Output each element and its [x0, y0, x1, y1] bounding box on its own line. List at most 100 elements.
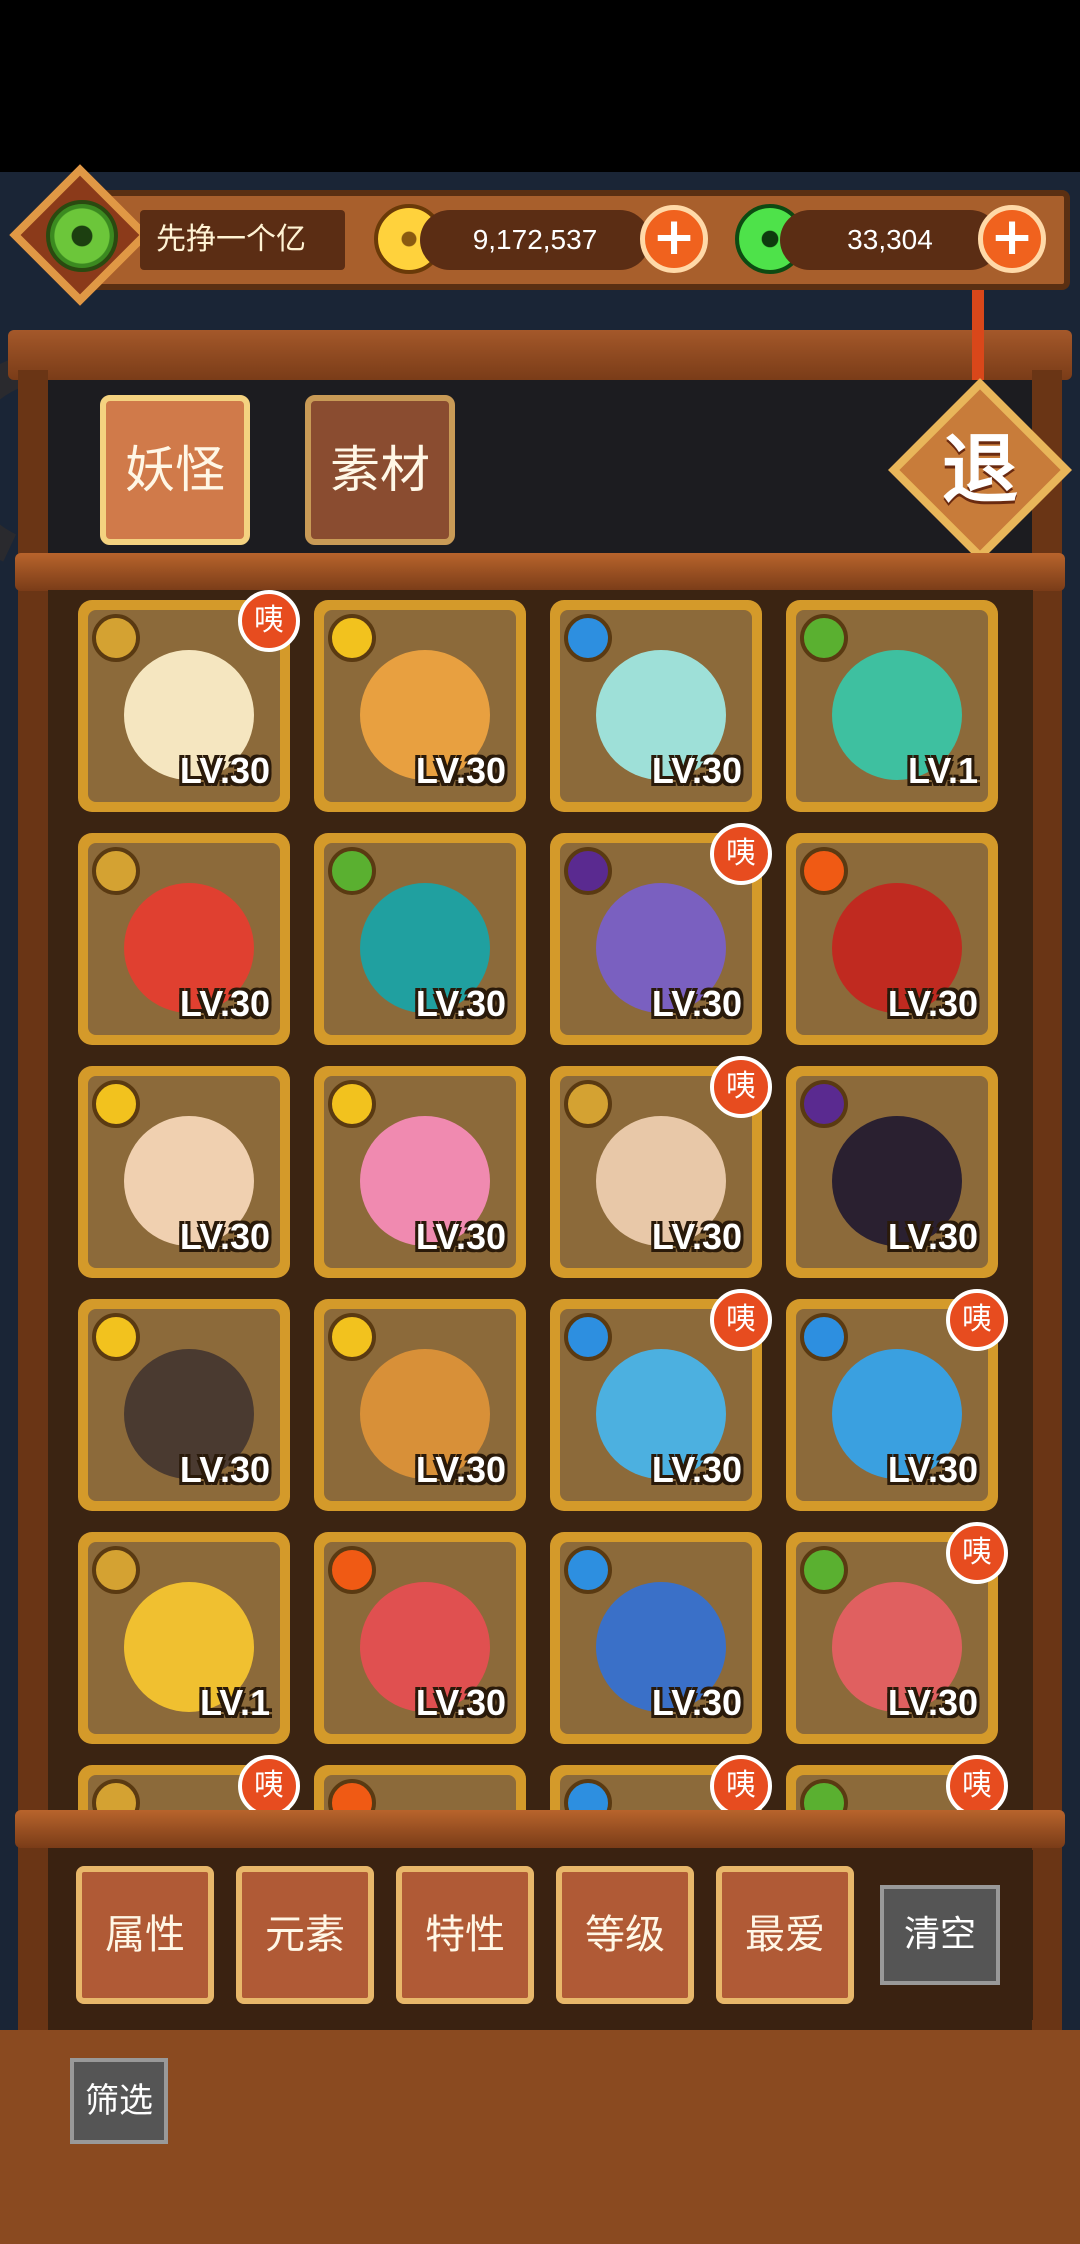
monster-portrait-bg: LV.30: [324, 610, 516, 802]
water-element-icon: [564, 1546, 612, 1594]
exit-button[interactable]: 退: [880, 370, 1080, 570]
monster-card[interactable]: LV.30 咦: [786, 1289, 1008, 1511]
monster-card[interactable]: LV.30 咦: [550, 823, 772, 1045]
monster-portrait-bg: [324, 1775, 516, 1810]
monster-card[interactable]: LV.30: [314, 1299, 526, 1511]
monster-level: LV.30: [415, 1449, 506, 1490]
dark-element-icon: [564, 847, 612, 895]
monster-level: LV.1: [199, 1682, 270, 1723]
monster-card[interactable]: LV.30: [550, 1532, 762, 1744]
monster-card[interactable]: [314, 1765, 526, 1810]
monster-level: LV.30: [651, 750, 742, 791]
new-badge: 咦: [710, 823, 772, 885]
monster-level: LV.30: [415, 750, 506, 791]
water-element-icon: [564, 1313, 612, 1361]
monster-card[interactable]: LV.30 咦: [550, 1289, 772, 1511]
exit-label: 退: [942, 425, 1018, 514]
sun-element-icon: [92, 1080, 140, 1128]
monster-card[interactable]: 咦: [786, 1755, 1008, 1810]
water-element-icon: [564, 1779, 612, 1810]
sun-element-icon: [92, 1313, 140, 1361]
sun-element-icon: [328, 614, 376, 662]
wood-element-icon: [328, 847, 376, 895]
new-badge: 咦: [238, 590, 300, 652]
earth-element-icon: [92, 1779, 140, 1810]
monster-level: LV.30: [651, 1449, 742, 1490]
monster-level: LV.30: [651, 1682, 742, 1723]
sun-element-icon: [328, 1080, 376, 1128]
tab-materials[interactable]: 素材: [305, 395, 455, 545]
water-element-icon: [564, 614, 612, 662]
earth-element-icon: [92, 847, 140, 895]
fire-element-icon: [328, 1779, 376, 1810]
monster-card[interactable]: LV.30: [78, 1066, 290, 1278]
monster-portrait-bg: LV.30: [88, 843, 280, 1035]
monster-card[interactable]: LV.30: [550, 600, 762, 812]
monster-level: LV.30: [887, 983, 978, 1024]
monster-grid: LV.30 咦 LV.30 LV.30 LV.1 LV.30 LV.30 LV.30 咦 LV.3…: [48, 590, 1033, 1810]
wood-element-icon: [800, 614, 848, 662]
filter-attribute-button[interactable]: 属性: [76, 1866, 214, 2004]
monster-portrait-bg: LV.30: [560, 1542, 752, 1734]
status-bar-area: [0, 0, 1080, 172]
monster-card[interactable]: 咦: [78, 1755, 300, 1810]
monster-level: LV.30: [887, 1682, 978, 1723]
monster-card[interactable]: LV.30: [786, 1066, 998, 1278]
wood-element-icon: [800, 1779, 848, 1810]
monster-level: LV.30: [415, 983, 506, 1024]
add-gems-button[interactable]: +: [978, 205, 1046, 273]
new-badge: 咦: [238, 1755, 300, 1810]
monster-level: LV.30: [179, 1449, 270, 1490]
upper-shelf: [15, 553, 1065, 591]
monster-level: LV.30: [179, 983, 270, 1024]
monster-level: LV.30: [179, 1216, 270, 1257]
monster-portrait-bg: LV.30: [324, 1076, 516, 1268]
monster-portrait-bg: LV.30: [88, 1309, 280, 1501]
tassel-cord: [972, 290, 984, 380]
filter-element-button[interactable]: 元素: [236, 1866, 374, 2004]
new-badge: 咦: [946, 1289, 1008, 1351]
monster-card[interactable]: LV.30 咦: [550, 1056, 772, 1278]
monster-card[interactable]: LV.30: [314, 1066, 526, 1278]
monster-card[interactable]: LV.30: [78, 833, 290, 1045]
screen-button[interactable]: 筛选: [70, 2058, 168, 2144]
fire-element-icon: [800, 847, 848, 895]
monster-level: LV.30: [887, 1216, 978, 1257]
new-badge: 咦: [710, 1056, 772, 1118]
filter-favorite-button[interactable]: 最爱: [716, 1866, 854, 2004]
new-badge: 咦: [710, 1755, 772, 1810]
monster-card[interactable]: LV.30 咦: [78, 590, 300, 812]
monster-card[interactable]: LV.1: [786, 600, 998, 812]
coin-count: 9,172,537: [420, 210, 650, 270]
monster-card[interactable]: LV.30: [314, 600, 526, 812]
monster-level: LV.1: [907, 750, 978, 791]
monster-card[interactable]: LV.30: [314, 833, 526, 1045]
filter-level-button[interactable]: 等级: [556, 1866, 694, 2004]
clear-filter-button[interactable]: 清空: [880, 1885, 1000, 1985]
earth-element-icon: [564, 1080, 612, 1128]
wood-element-icon: [800, 1546, 848, 1594]
gem-count: 33,304: [780, 210, 1000, 270]
avatar-icon[interactable]: [46, 200, 118, 272]
monster-portrait-bg: LV.30: [796, 843, 988, 1035]
frame-post-right: [1032, 370, 1062, 2030]
monster-card[interactable]: 咦: [550, 1755, 772, 1810]
monster-portrait-bg: LV.30: [324, 1542, 516, 1734]
monster-level: LV.30: [651, 983, 742, 1024]
new-badge: 咦: [946, 1755, 1008, 1810]
filter-trait-button[interactable]: 特性: [396, 1866, 534, 2004]
player-name: 先挣一个亿: [140, 210, 345, 270]
monster-card[interactable]: LV.30 咦: [786, 1522, 1008, 1744]
dark-element-icon: [800, 1080, 848, 1128]
monster-portrait-bg: LV.30: [560, 610, 752, 802]
monster-card[interactable]: LV.1: [78, 1532, 290, 1744]
monster-level: LV.30: [415, 1216, 506, 1257]
monster-card[interactable]: LV.30: [786, 833, 998, 1045]
tab-monsters[interactable]: 妖怪: [100, 395, 250, 545]
monster-card[interactable]: LV.30: [78, 1299, 290, 1511]
add-coins-button[interactable]: +: [640, 205, 708, 273]
monster-level: LV.30: [887, 1449, 978, 1490]
monster-portrait-bg: LV.30: [88, 1076, 280, 1268]
monster-card[interactable]: LV.30: [314, 1532, 526, 1744]
water-element-icon: [800, 1313, 848, 1361]
